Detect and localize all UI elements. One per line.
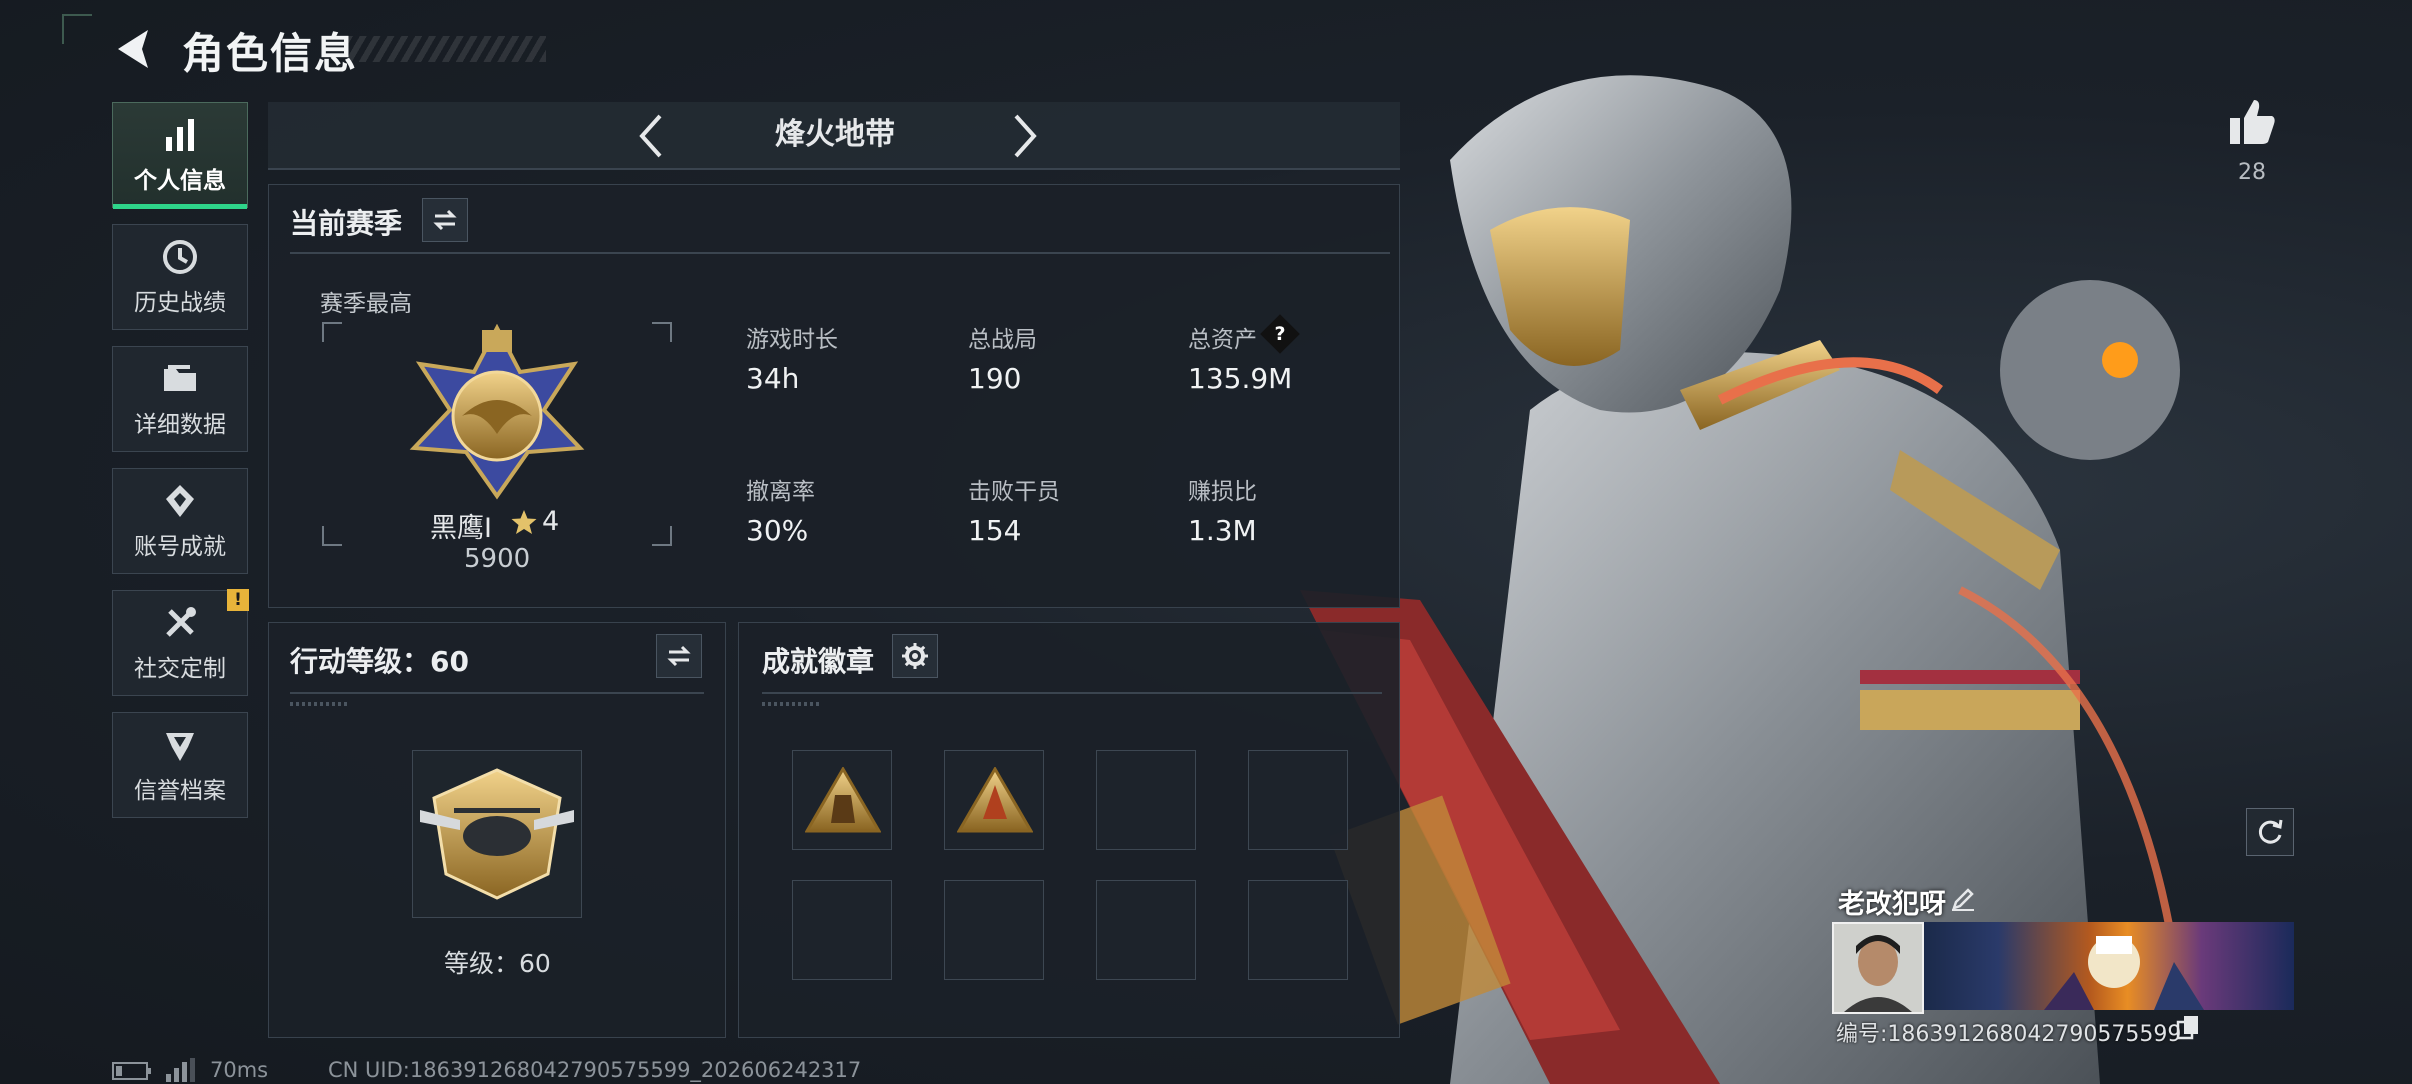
star-icon bbox=[511, 510, 537, 534]
stat-label-playtime: 游戏时长 bbox=[746, 327, 838, 353]
stat-label-matches: 总战局 bbox=[968, 327, 1037, 353]
title-stripes-decoration bbox=[346, 36, 546, 62]
battery-icon bbox=[112, 1062, 151, 1080]
uid-text: CN UID:186391268042790575599_20260624231… bbox=[328, 1058, 862, 1082]
achievements-settings-button[interactable] bbox=[892, 634, 938, 678]
edit-pencil-icon[interactable] bbox=[1950, 886, 1976, 912]
bracket-bottom-right bbox=[652, 526, 672, 546]
achievement-badge-slot[interactable] bbox=[944, 750, 1044, 850]
copy-icon[interactable] bbox=[2176, 1014, 2200, 1040]
stat-label-profit-ratio: 赚损比 bbox=[1188, 479, 1257, 505]
mode-label: 烽火地带 bbox=[775, 117, 895, 152]
tick-decoration bbox=[762, 702, 822, 706]
chevron-left-icon[interactable] bbox=[632, 112, 672, 160]
rank-score: 5900 bbox=[464, 544, 531, 574]
stat-value-kills: 154 bbox=[968, 514, 1022, 547]
chevron-right-icon[interactable] bbox=[1004, 112, 1044, 160]
stat-value-playtime: 34h bbox=[746, 362, 800, 395]
swap-arrows-icon bbox=[667, 645, 691, 667]
season-swap-button[interactable] bbox=[422, 198, 468, 242]
refresh-icon bbox=[2258, 819, 2283, 844]
action-level-title: 行动等级：60 bbox=[290, 645, 469, 678]
like-count: 28 bbox=[2238, 160, 2266, 185]
sidebar-item-social-custom[interactable]: 社交定制 ! bbox=[112, 589, 249, 696]
season-divider bbox=[290, 252, 1390, 254]
achievement-badge-slot-empty[interactable] bbox=[792, 880, 892, 980]
rank-stars: 4 bbox=[542, 506, 560, 537]
back-arrow-icon[interactable] bbox=[112, 26, 158, 72]
action-level-text: 等级：60 bbox=[444, 949, 551, 978]
signal-icon bbox=[166, 1058, 195, 1082]
achievement-icon bbox=[166, 485, 194, 517]
achievement-badge-slot-empty[interactable] bbox=[1096, 880, 1196, 980]
rank-name: 黑鹰I bbox=[430, 513, 492, 544]
player-banner[interactable] bbox=[1924, 922, 2294, 1010]
bar-chart-icon bbox=[166, 119, 194, 151]
avatar-portrait-icon bbox=[1834, 924, 1922, 1012]
history-clock-icon bbox=[163, 240, 197, 274]
warrior-badge-icon bbox=[805, 767, 881, 833]
sidebar-item-label: 账号成就 bbox=[134, 534, 226, 560]
banner-artwork bbox=[2044, 936, 2204, 1010]
stat-label-kills: 击败干员 bbox=[968, 479, 1060, 505]
achievements-divider bbox=[762, 692, 1382, 694]
avatar[interactable] bbox=[1832, 922, 1924, 1014]
sidebar-item-achievements[interactable]: 账号成就 bbox=[112, 468, 248, 574]
ping-readout: 70ms bbox=[210, 1058, 269, 1082]
help-icon: ? bbox=[1274, 323, 1286, 345]
tools-icon bbox=[166, 607, 196, 637]
stat-value-extract-rate: 30% bbox=[746, 514, 809, 547]
achievement-badge-slot-empty[interactable] bbox=[1248, 750, 1348, 850]
stat-value-assets: 135.9M bbox=[1188, 362, 1293, 395]
player-name: 老改犯呀 bbox=[1838, 889, 1946, 920]
helicopter-emblem-icon bbox=[420, 768, 574, 900]
rotate-view-button[interactable] bbox=[2246, 808, 2294, 856]
action-level-divider bbox=[290, 692, 704, 694]
reputation-icon bbox=[166, 733, 194, 761]
sidebar-item-label: 信誉档案 bbox=[134, 778, 226, 804]
page-title: 角色信息 bbox=[182, 29, 359, 78]
season-best-label: 赛季最高 bbox=[320, 291, 412, 317]
folder-icon bbox=[164, 365, 196, 391]
sidebar-item-detailed-data[interactable]: 详细数据 bbox=[112, 346, 248, 452]
sidebar-item-label: 个人信息 bbox=[134, 168, 226, 194]
bracket-top-left bbox=[322, 322, 342, 342]
rank-emblem-icon bbox=[409, 324, 585, 500]
sidebar-item-reputation[interactable]: 信誉档案 bbox=[112, 712, 248, 818]
achievement-badge-slot-empty[interactable] bbox=[1248, 880, 1348, 980]
corner-decoration bbox=[62, 14, 92, 44]
pyramid-badge-icon bbox=[957, 767, 1033, 833]
season-title: 当前赛季 bbox=[290, 207, 403, 240]
stat-label-assets: 总资产 bbox=[1188, 327, 1257, 353]
swap-arrows-icon bbox=[433, 209, 457, 231]
action-level-swap-button[interactable] bbox=[656, 634, 702, 678]
bracket-bottom-left bbox=[322, 526, 342, 546]
achievements-title: 成就徽章 bbox=[762, 645, 875, 678]
achievement-badge-slot-empty[interactable] bbox=[1096, 750, 1196, 850]
sidebar-item-personal-info[interactable]: 个人信息 bbox=[112, 102, 248, 209]
stat-value-matches: 190 bbox=[968, 362, 1022, 395]
sidebar-item-label: 详细数据 bbox=[134, 412, 226, 438]
alert-badge: ! bbox=[227, 589, 249, 611]
gear-icon bbox=[902, 643, 928, 669]
player-id: 编号:186391268042790575599 bbox=[1836, 1022, 2182, 1047]
sidebar-item-history[interactable]: 历史战绩 bbox=[112, 224, 248, 330]
bracket-top-right bbox=[652, 322, 672, 342]
stat-label-extract-rate: 撤离率 bbox=[746, 479, 815, 505]
tick-decoration bbox=[290, 702, 350, 706]
sidebar-item-label: 历史战绩 bbox=[134, 290, 226, 316]
sidebar-item-label: 社交定制 bbox=[134, 656, 226, 682]
achievement-badge-slot[interactable] bbox=[792, 750, 892, 850]
achievement-badge-slot-empty[interactable] bbox=[944, 880, 1044, 980]
stat-value-profit-ratio: 1.3M bbox=[1188, 514, 1257, 547]
thumbs-up-icon[interactable] bbox=[2226, 96, 2278, 148]
